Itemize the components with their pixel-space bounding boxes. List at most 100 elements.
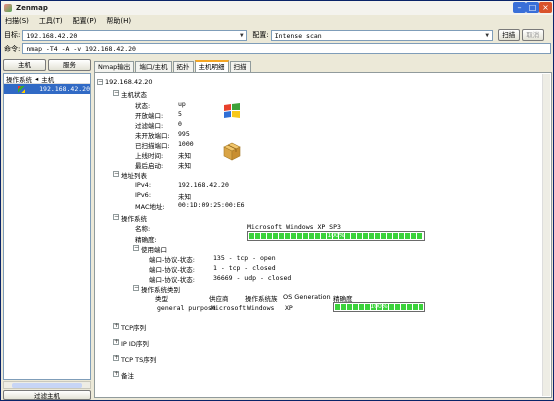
host-row-address: 192.168.42.20 (39, 85, 90, 93)
zenmap-app-icon (4, 4, 12, 12)
class-generation-value: XP (285, 304, 293, 312)
os-accuracy-label: 精确度: (135, 236, 157, 244)
filter-hosts-button[interactable]: 过滤主机 (3, 390, 91, 400)
mac-value: 00:1D:09:25:00:E6 (178, 201, 245, 209)
open-ports-label: 开放端口: (135, 112, 164, 120)
windows-logo-icon (18, 85, 26, 93)
expander-icon[interactable]: + (113, 323, 119, 329)
host-row[interactable]: 192.168.42.20 (4, 84, 90, 94)
filtered-ports-value: 0 (178, 120, 182, 128)
expander-icon[interactable]: − (133, 245, 139, 251)
chevron-down-icon[interactable]: ▼ (237, 31, 246, 40)
scrollbar-thumb[interactable] (12, 383, 82, 388)
class-accuracy-fill: 100% (335, 304, 423, 310)
target-value: 192.168.42.20 (26, 31, 78, 40)
ipv4-label: IPv4: (135, 181, 152, 189)
port-label-1: 端口-协议-状态: (149, 256, 195, 264)
expander-icon[interactable]: − (133, 285, 139, 291)
vertical-scrollbar[interactable] (542, 74, 550, 396)
tab-ports-hosts[interactable]: 端口/主机 (135, 61, 172, 72)
comments-section[interactable]: 备注 (121, 370, 134, 380)
class-type-value: general purpose (157, 304, 216, 312)
filtered-ports-label: 过滤端口: (135, 122, 164, 130)
maximize-button[interactable]: □ (526, 2, 539, 13)
horizontal-scrollbar[interactable] (3, 381, 91, 389)
class-accuracy-bar: 100% (333, 302, 425, 312)
os-section-title: 操作系统 (121, 215, 147, 223)
state-value: up (178, 100, 186, 108)
host-list: 操作系统 ◂ 主机 192.168.42.20 (3, 73, 91, 380)
state-label: 状态: (135, 102, 151, 110)
expander-icon[interactable]: + (113, 355, 119, 361)
profile-label: 配置: (252, 31, 269, 39)
menu-help[interactable]: 帮助(H) (106, 16, 131, 26)
closed-ports-label: 未开放端口: (135, 132, 170, 140)
class-header-vendor: 供应商 (209, 295, 229, 303)
tab-bar: Nmap输出 端口/主机 拓扑 主机明细 扫描 (94, 60, 252, 72)
scan-button[interactable]: 扫描 (497, 29, 520, 41)
tab-scans[interactable]: 扫描 (229, 61, 251, 72)
os-accuracy-text: 100% (327, 232, 345, 239)
uptime-value: 未知 (178, 152, 191, 160)
tab-host-details[interactable]: 主机明细 (194, 60, 229, 72)
host-title: 192.168.42.20 (105, 78, 153, 86)
menu-profile[interactable]: 配置(P) (73, 16, 97, 26)
hosts-button[interactable]: 主机 (3, 59, 46, 71)
os-column-header[interactable]: 操作系统 (6, 74, 32, 84)
profile-combo[interactable]: Intense scan ▼ (270, 29, 493, 41)
target-label: 目标: (4, 31, 21, 39)
window-title: Zenmap (16, 4, 48, 12)
expander-icon[interactable]: − (113, 171, 119, 177)
expander-icon[interactable]: − (97, 79, 103, 85)
ipv6-value: 未知 (178, 193, 191, 201)
class-family-value: Windows (247, 304, 275, 312)
tcp-sequence-section[interactable]: TCP序列 (121, 322, 146, 332)
expander-icon[interactable]: + (113, 371, 119, 377)
minimize-button[interactable]: – (513, 2, 526, 13)
port-value-3: 36669 - udp - closed (213, 274, 292, 282)
menu-tools[interactable]: 工具(T) (39, 16, 63, 26)
title-bar: Zenmap – □ × (1, 1, 553, 15)
port-value-1: 135 - tcp - open (213, 254, 276, 262)
address-section-title: 地址列表 (121, 172, 147, 180)
os-accuracy-bar: 100% (247, 231, 425, 241)
ports-used-title: 使用端口 (141, 246, 167, 254)
ipv6-label: IPv6: (135, 191, 152, 199)
target-combo[interactable]: 192.168.42.20 ▼ (22, 29, 248, 41)
package-box-icon (223, 142, 241, 161)
mac-label: MAC地址: (135, 203, 165, 211)
command-row: 命令: nmap -T4 -A -v 192.168.42.20 (4, 43, 552, 54)
profile-value: Intense scan (274, 31, 322, 40)
ipv4-value: 192.168.42.20 (178, 181, 229, 189)
expander-icon[interactable]: − (113, 90, 119, 96)
cancel-button[interactable]: 取消 (521, 29, 544, 41)
command-value: nmap -T4 -A -v 192.168.42.20 (26, 45, 136, 53)
scanned-ports-value: 1000 (178, 140, 194, 148)
windows-logo-icon (224, 103, 240, 118)
tcp-ts-sequence-section[interactable]: TCP TS序列 (121, 354, 156, 364)
menu-bar: 扫描(S) 工具(T) 配置(P) 帮助(H) (1, 15, 553, 27)
ip-id-sequence-section[interactable]: IP ID序列 (121, 338, 149, 348)
tab-topology[interactable]: 拓扑 (172, 61, 194, 72)
tab-nmap-output[interactable]: Nmap输出 (94, 61, 135, 72)
expander-icon[interactable]: + (113, 339, 119, 345)
class-accuracy-text: 100% (370, 303, 388, 310)
chevron-down-icon[interactable]: ▼ (483, 31, 492, 40)
sort-arrow-icon: ◂ (35, 74, 39, 83)
port-value-2: 1 - tcp - closed (213, 264, 276, 272)
last-boot-value: 未知 (178, 162, 191, 170)
port-label-2: 端口-协议-状态: (149, 266, 195, 274)
closed-ports-value: 995 (178, 130, 190, 138)
host-list-header: 操作系统 ◂ 主机 (4, 74, 90, 84)
class-header-family: 操作系统族 (245, 295, 278, 303)
command-input[interactable]: nmap -T4 -A -v 192.168.42.20 (22, 43, 552, 54)
close-button[interactable]: × (539, 2, 552, 13)
open-ports-value: 5 (178, 110, 182, 118)
expander-icon[interactable]: − (113, 214, 119, 220)
host-column-header[interactable]: 主机 (41, 74, 54, 84)
last-boot-label: 最后启动: (135, 162, 164, 170)
menu-scan[interactable]: 扫描(S) (5, 16, 29, 26)
host-details-content: − 192.168.42.20 − 主机状态 状态: up 开放端口: 5 过滤… (94, 72, 552, 398)
host-panel: 主机 服务 操作系统 ◂ 主机 192.168.42.20 过滤主机 (3, 59, 91, 400)
services-button[interactable]: 服务 (48, 59, 91, 71)
